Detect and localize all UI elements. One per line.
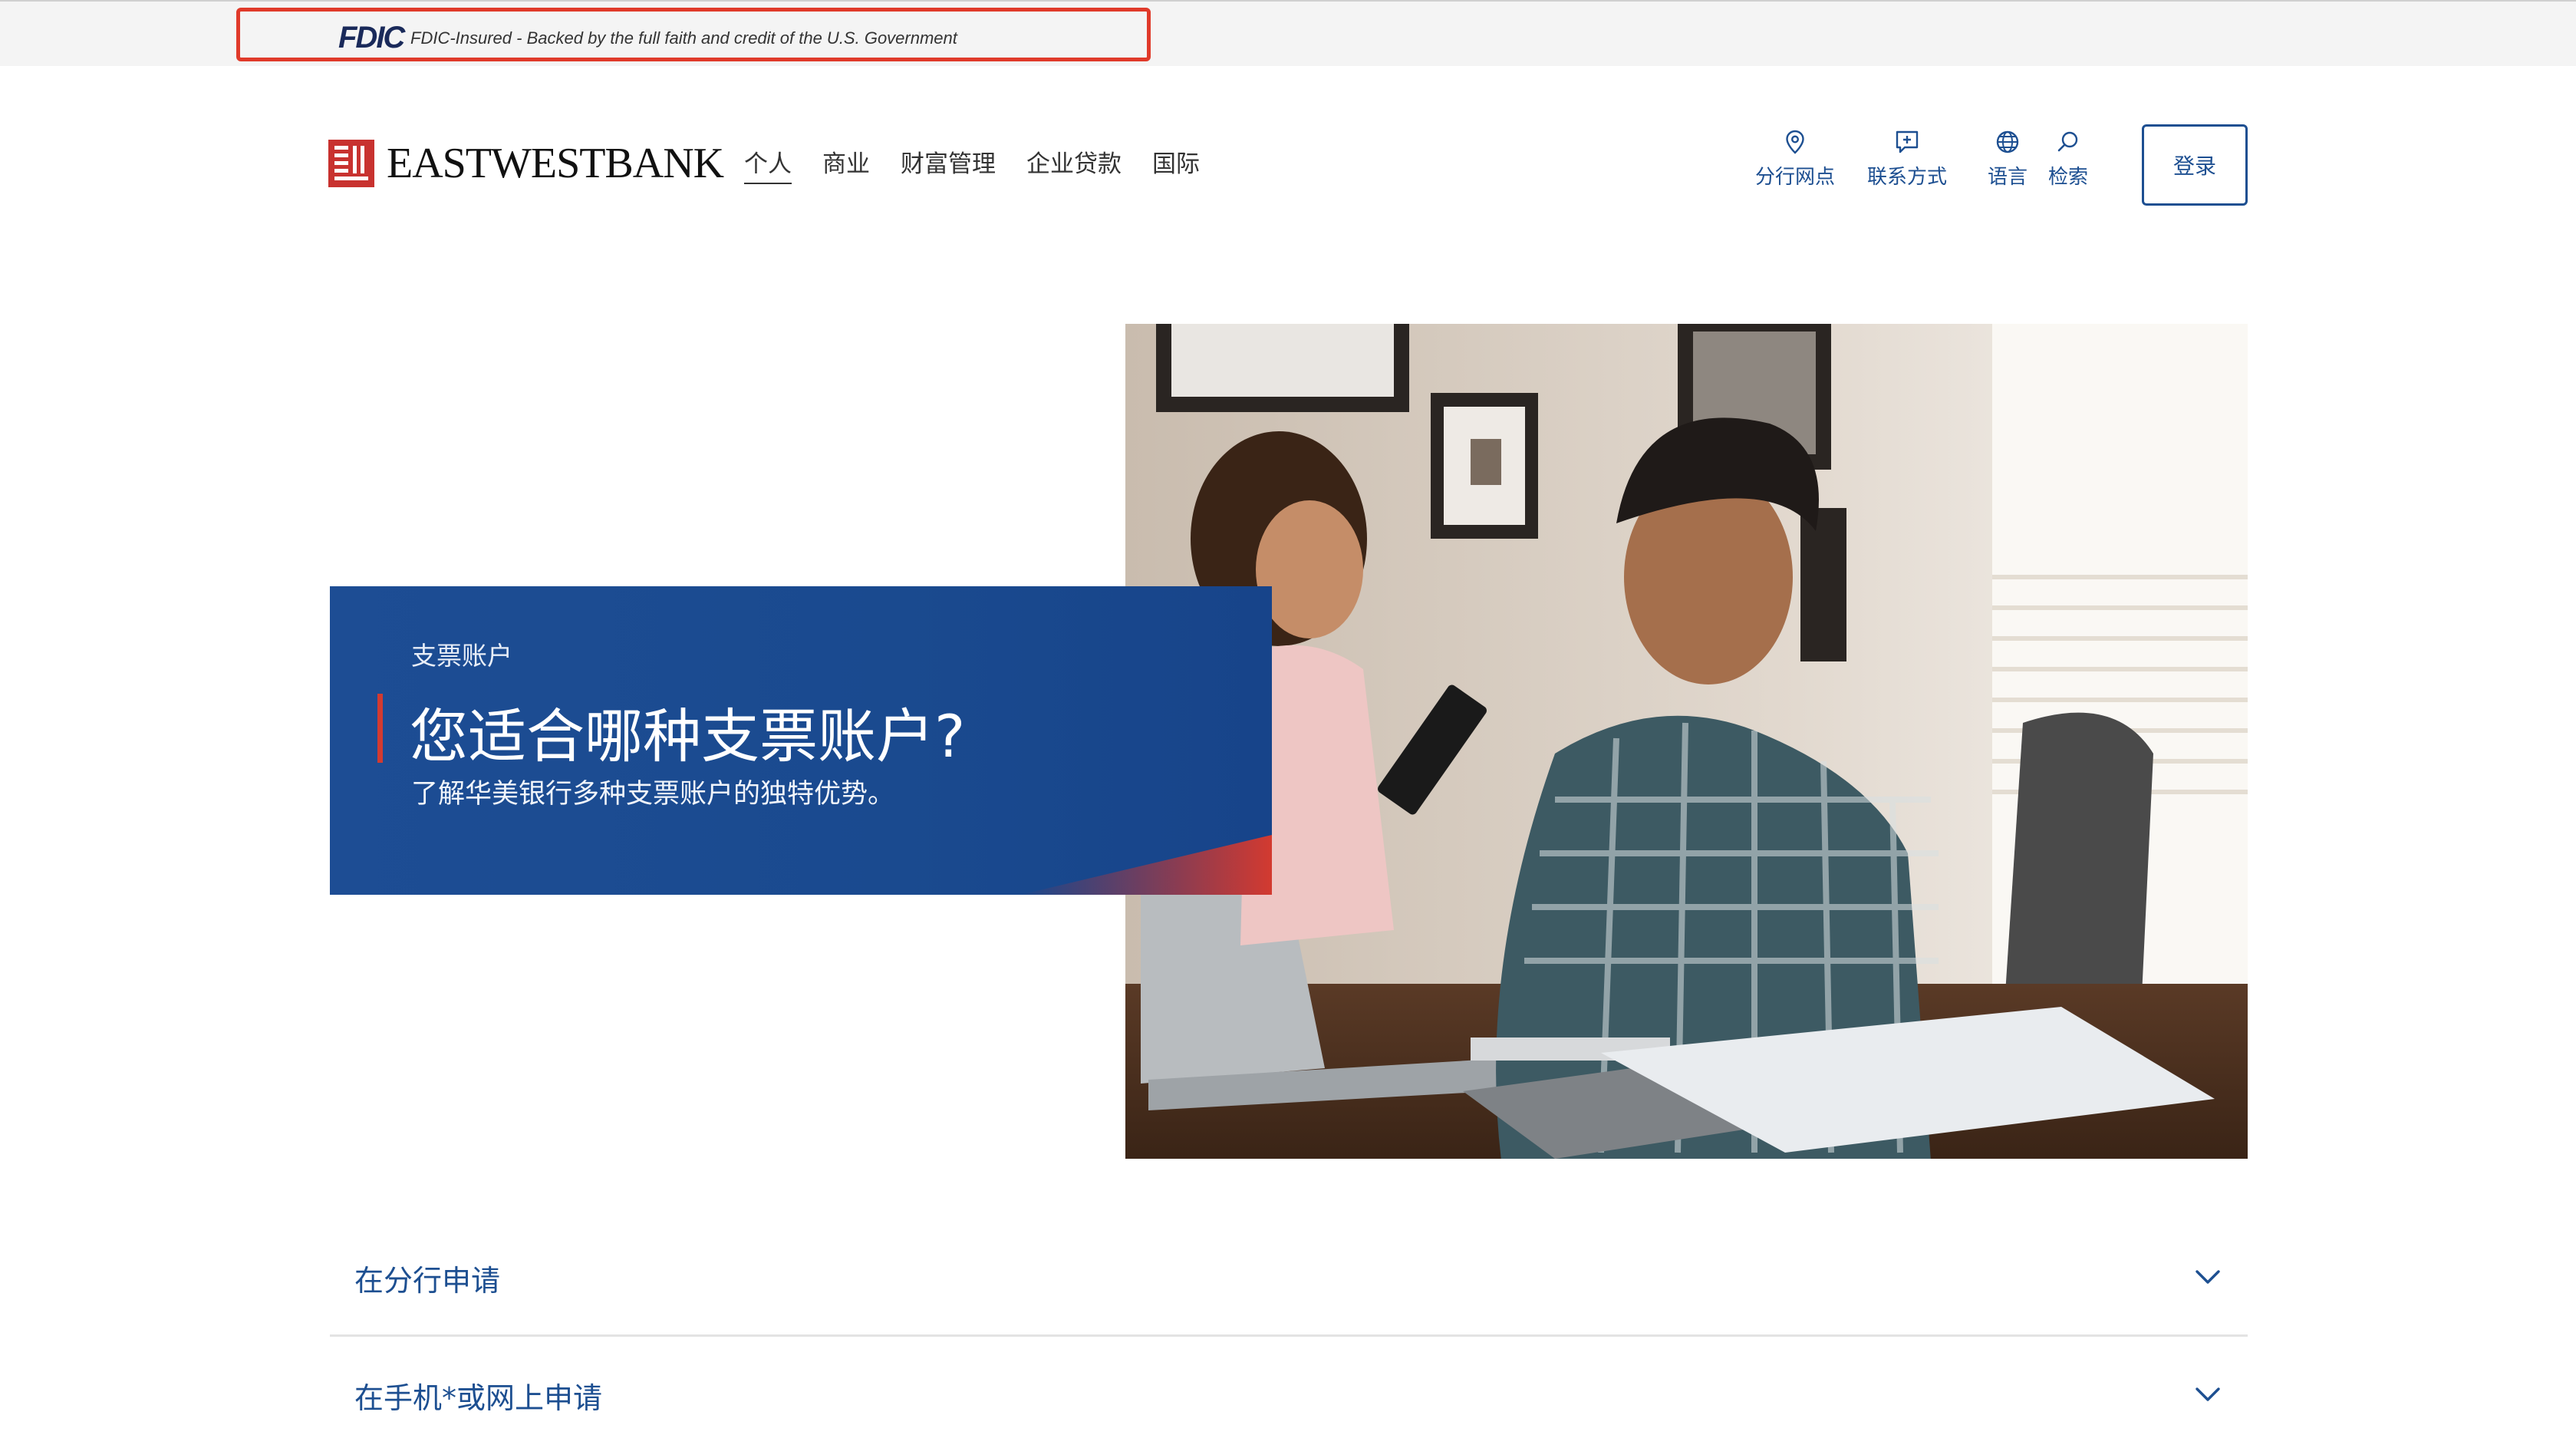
hero-title: 您适合哪种支票账户?: [410, 702, 966, 770]
fdic-statement: FDIC-Insured - Backed by the full faith …: [410, 28, 957, 48]
util-search[interactable]: 检索: [2048, 129, 2088, 190]
util-language[interactable]: 语言: [1988, 129, 2028, 190]
brand-mark-icon: [328, 140, 374, 187]
accordion-label: 在分行申请: [354, 1264, 501, 1298]
search-icon: [2057, 131, 2078, 152]
brand-logo[interactable]: EASTWESTBANK: [328, 138, 724, 189]
nav-item-business[interactable]: 商业: [822, 147, 870, 184]
util-branch-label: 分行网点: [1755, 166, 1836, 189]
chevron-down-icon: [2196, 1387, 2220, 1401]
accordion-label: 在手机*或网上申请: [354, 1381, 603, 1415]
nav-item-wealth[interactable]: 财富管理: [901, 147, 996, 184]
brand-name: EASTWESTBANK: [387, 140, 724, 187]
util-search-label: 检索: [2048, 166, 2089, 189]
nav-item-personal[interactable]: 个人: [744, 147, 792, 184]
fdic-logo: FDIC: [338, 21, 405, 54]
accordion-apply-branch[interactable]: 在分行申请: [330, 1222, 2248, 1337]
hero-title-accent: [377, 694, 383, 763]
login-button[interactable]: 登录: [2142, 124, 2248, 206]
util-branch-locator[interactable]: 分行网点: [1755, 129, 1835, 190]
hero-card: 支票账户 您适合哪种支票账户? 了解华美银行多种支票账户的独特优势。: [330, 586, 1272, 895]
accordion-apply-online[interactable]: 在手机*或网上申请: [330, 1339, 2248, 1435]
location-pin-icon: [1786, 130, 1804, 154]
util-contact[interactable]: 联系方式: [1867, 129, 1947, 190]
util-language-label: 语言: [1988, 166, 2028, 189]
chat-plus-icon: [1896, 130, 1919, 153]
main-nav: 个人 商业 财富管理 企业贷款 国际: [744, 147, 1230, 184]
hero-image: [1125, 324, 2248, 1159]
page: FDIC FDIC-Insured - Backed by the full f…: [0, 0, 2576, 1435]
hero-eyebrow: 支票账户: [411, 641, 512, 671]
nav-item-international[interactable]: 国际: [1152, 147, 1200, 184]
fdic-banner: FDIC FDIC-Insured - Backed by the full f…: [0, 0, 2576, 66]
util-contact-label: 联系方式: [1867, 166, 1948, 189]
hero-subtitle: 了解华美银行多种支票账户的独特优势。: [411, 779, 895, 810]
nav-item-commercial-lending[interactable]: 企业贷款: [1026, 147, 1122, 184]
globe-icon: [1996, 130, 2019, 153]
chevron-down-icon: [2196, 1270, 2220, 1284]
fdic-highlight-box: FDIC FDIC-Insured - Backed by the full f…: [236, 8, 1151, 61]
